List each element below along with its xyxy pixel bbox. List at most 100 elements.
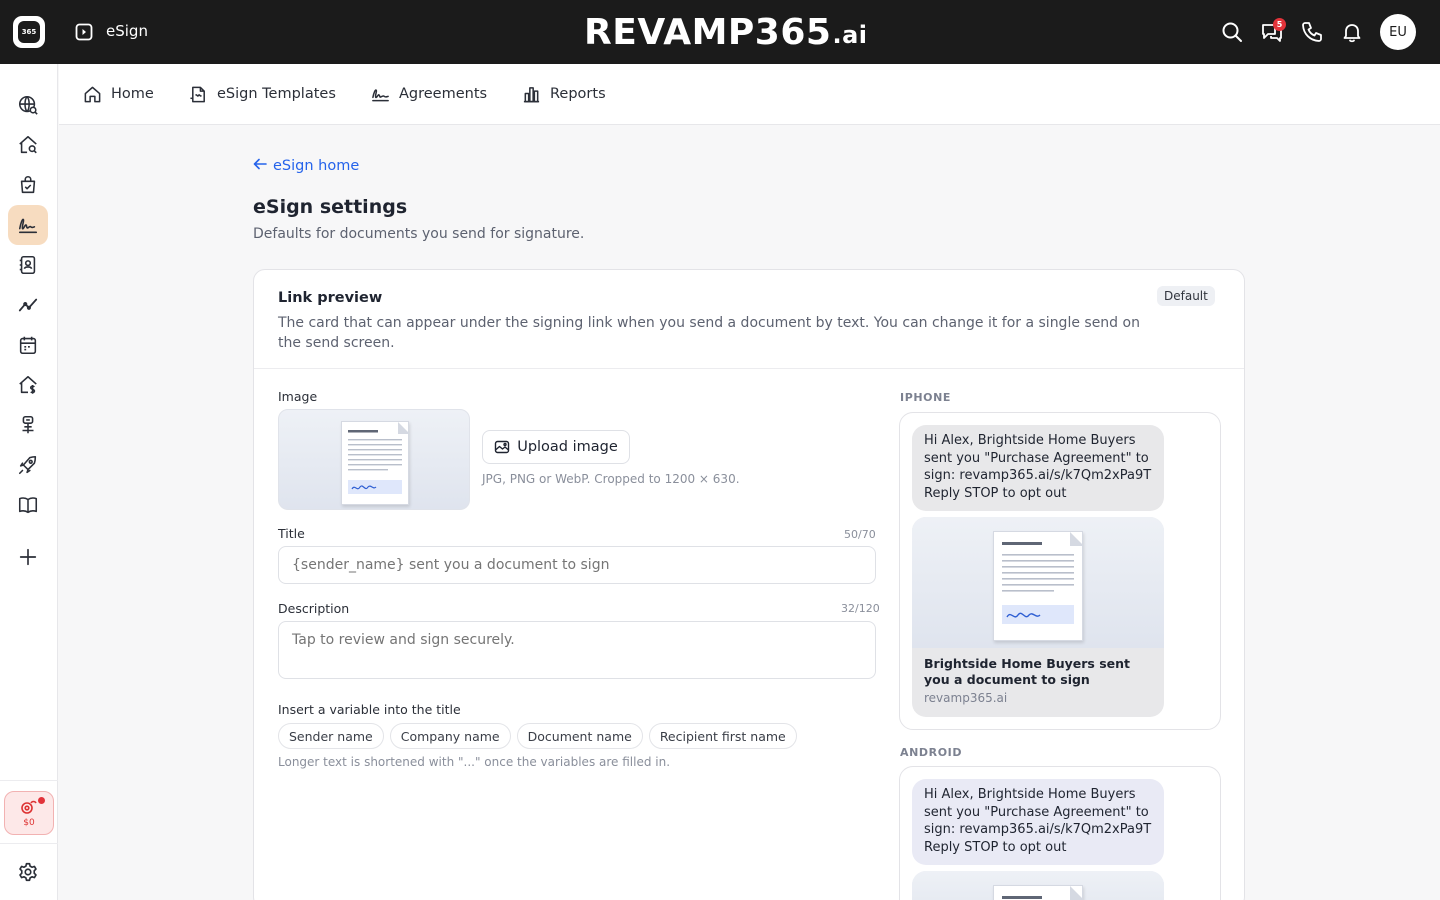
globe-search-icon (18, 95, 38, 115)
rail-item-add[interactable] (8, 537, 48, 577)
document-illustration (993, 885, 1084, 900)
tab-esign-templates-label: eSign Templates (217, 86, 336, 102)
default-badge: Default (1157, 286, 1215, 306)
book-icon (18, 497, 38, 514)
document-thumbnail-icon (1002, 532, 1084, 624)
tab-agreements[interactable]: Agreements (371, 84, 487, 104)
rail-item-tree[interactable] (8, 405, 48, 445)
upload-image-label: Upload image (517, 439, 618, 455)
rocket-icon (18, 455, 37, 475)
left-rail: $0 (0, 64, 58, 900)
rail-item-contacts[interactable] (8, 245, 48, 285)
rail-item-rocket[interactable] (8, 445, 48, 485)
variables-label: Insert a variable into the title (278, 702, 461, 717)
rail-item-shopping[interactable] (8, 165, 48, 205)
bar-chart-icon (523, 86, 540, 102)
upload-image-button[interactable]: Upload image (482, 430, 630, 464)
card-description: The card that can appear under the signi… (278, 315, 1140, 351)
brand-main: REVAMP365 (584, 11, 832, 53)
rail-item-esign[interactable] (8, 205, 48, 245)
rail-item-calendar[interactable] (8, 325, 48, 365)
gear-icon (19, 862, 37, 882)
rail-item-globe-search[interactable] (8, 85, 48, 125)
app-logo-mark: 365 (18, 21, 40, 43)
rail-divider (0, 780, 58, 781)
preview-image (278, 409, 470, 510)
credits-alert-dot (38, 797, 45, 804)
home-icon (84, 86, 101, 102)
document-thumbnail-icon (348, 422, 410, 494)
brand-logo: REVAMP365 .ai (584, 10, 868, 54)
shopping-bag-icon (20, 175, 36, 194)
contacts-book-icon (19, 255, 36, 275)
title-label: Title (278, 526, 305, 541)
rail-item-book[interactable] (8, 485, 48, 525)
signature-icon (372, 88, 389, 101)
search-icon[interactable] (1220, 20, 1244, 44)
tab-esign-templates[interactable]: eSign Templates (189, 84, 336, 104)
page-subtitle: Defaults for documents you send for sign… (253, 226, 585, 242)
sidebar-toggle-icon[interactable] (75, 23, 93, 41)
title-counter: 50/70 (844, 528, 876, 541)
trend-line-icon (18, 298, 38, 312)
home-search-icon (19, 135, 37, 154)
back-link-label: eSign home (273, 158, 360, 174)
image-upload-icon (495, 440, 510, 454)
android-link-image (912, 871, 1164, 900)
tree-icon (22, 415, 34, 434)
home-dollar-icon (19, 375, 37, 394)
iphone-link-domain: revamp365.ai (924, 691, 1008, 705)
rail-item-trends[interactable] (8, 285, 48, 325)
variable-chip-document-name[interactable]: Document name (516, 723, 643, 749)
rail-item-settings[interactable] (8, 852, 48, 892)
variable-chip-recipient-first-name[interactable]: Recipient first name (648, 723, 797, 749)
top-bar: 365 eSign REVAMP365 .ai 5 EU (0, 0, 1440, 64)
sub-navigation: Home eSign Templates Agreements Reports (59, 64, 1440, 125)
document-thumbnail-icon (1002, 886, 1084, 900)
signature-icon (18, 218, 38, 234)
tab-reports[interactable]: Reports (522, 84, 606, 104)
tab-home[interactable]: Home (83, 84, 154, 104)
brand-suffix: .ai (832, 21, 868, 49)
page-title: eSign settings (253, 196, 408, 218)
image-label: Image (278, 389, 318, 404)
app-logo[interactable]: 365 (13, 16, 45, 48)
iphone-label: IPHONE (900, 391, 952, 404)
description-label: Description (278, 601, 350, 616)
document-illustration (341, 421, 410, 505)
android-message-bubble: Hi Alex, Brightside Home Buyers sent you… (912, 779, 1164, 865)
notification-badge: 5 (1273, 18, 1286, 31)
app-name: eSign (106, 22, 148, 40)
variables-hint: Longer text is shortened with "..." once… (278, 755, 671, 769)
tab-agreements-label: Agreements (399, 86, 488, 102)
back-link[interactable]: eSign home (253, 158, 359, 174)
document-illustration (993, 531, 1084, 641)
iphone-link-image (912, 517, 1164, 648)
card-title: Link preview (278, 290, 383, 306)
variable-chip-company-name[interactable]: Company name (389, 723, 511, 749)
arrow-left-icon (253, 158, 267, 174)
title-input[interactable] (278, 546, 876, 584)
tab-reports-label: Reports (550, 86, 606, 102)
plus-icon (19, 548, 37, 566)
iphone-message-bubble: Hi Alex, Brightside Home Buyers sent you… (912, 425, 1164, 511)
android-preview: Hi Alex, Brightside Home Buyers sent you… (899, 766, 1221, 900)
link-preview-card: Link preview The card that can appear un… (253, 269, 1245, 900)
phone-icon[interactable] (1300, 20, 1324, 44)
description-input[interactable] (278, 621, 876, 679)
upload-hint: JPG, PNG or WebP. Cropped to 1200 × 630. (482, 472, 740, 486)
user-avatar[interactable]: EU (1380, 14, 1416, 50)
variable-chips: Sender name Company name Document name R… (278, 723, 797, 749)
iphone-preview: Hi Alex, Brightside Home Buyers sent you… (899, 412, 1221, 730)
template-icon (190, 86, 205, 102)
iphone-link-card: Brightside Home Buyers sent you a docume… (912, 517, 1164, 717)
bell-icon[interactable] (1340, 20, 1364, 44)
description-counter: 32/120 (841, 602, 880, 615)
rail-item-home-dollar[interactable] (8, 365, 48, 405)
rail-item-home-search[interactable] (8, 125, 48, 165)
credits-button[interactable]: $0 (4, 791, 54, 835)
android-label: ANDROID (900, 746, 963, 759)
variable-chip-sender-name[interactable]: Sender name (278, 723, 384, 749)
rail-divider-bottom (0, 843, 58, 844)
android-link-card (912, 871, 1164, 900)
